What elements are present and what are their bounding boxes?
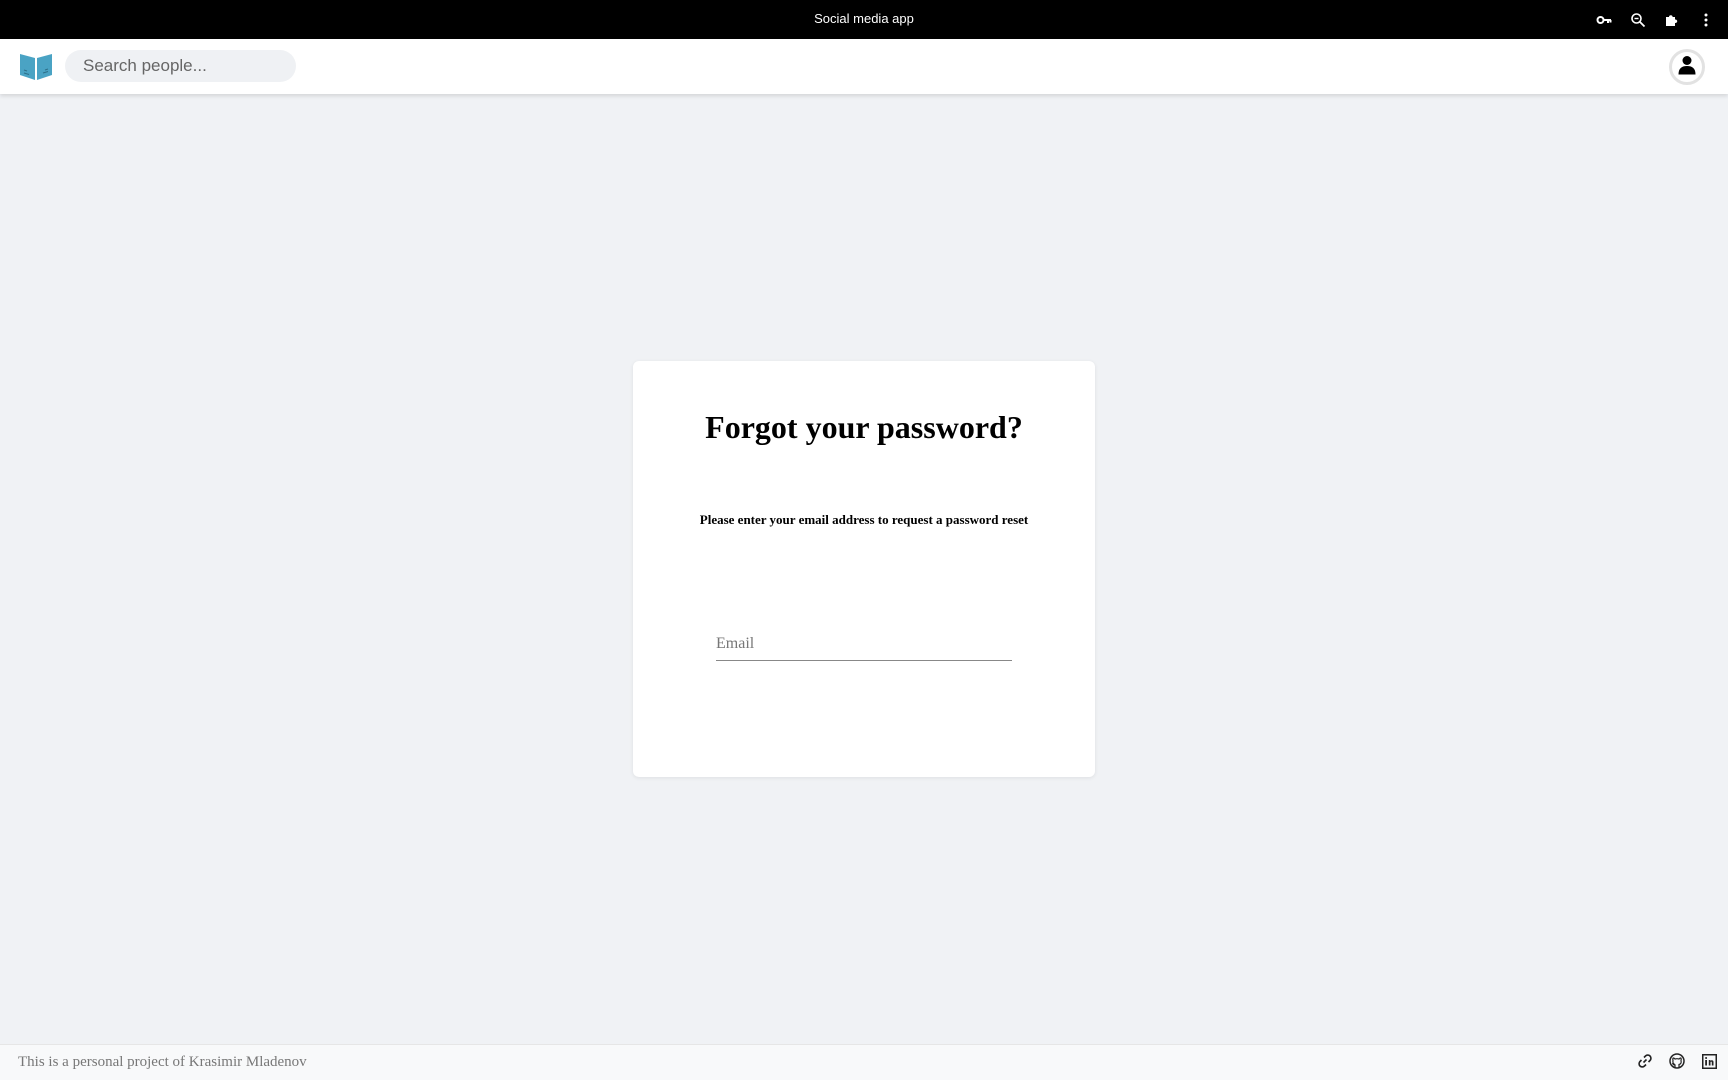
instructions-text: Please enter your email address to reque… — [699, 512, 1029, 527]
search-input[interactable] — [65, 50, 296, 82]
linkedin-icon[interactable] — [1700, 1052, 1718, 1070]
footer: This is a personal project of Krasimir M… — [0, 1044, 1728, 1080]
browser-title: Social media app — [814, 11, 914, 26]
link-icon[interactable] — [1636, 1052, 1654, 1070]
github-icon[interactable] — [1668, 1052, 1686, 1070]
extensions-icon[interactable] — [1662, 10, 1682, 30]
forgot-password-card: Forgot your password? Please enter your … — [633, 361, 1095, 777]
more-vert-icon[interactable] — [1696, 10, 1716, 30]
page-title: Forgot your password? — [705, 409, 1023, 445]
footer-credit: This is a personal project of Krasimir M… — [18, 1054, 307, 1070]
browser-title-bar: Social media app — [0, 0, 1728, 39]
key-icon[interactable] — [1594, 10, 1614, 30]
email-field[interactable] — [716, 627, 1012, 661]
footer-links — [1636, 1052, 1718, 1070]
avatar[interactable] — [1669, 49, 1705, 85]
user-icon — [1678, 55, 1696, 80]
browser-toolbar — [1594, 0, 1716, 39]
zoom-icon[interactable] — [1628, 10, 1648, 30]
book-logo-icon[interactable] — [19, 51, 53, 81]
app-header — [0, 39, 1728, 94]
